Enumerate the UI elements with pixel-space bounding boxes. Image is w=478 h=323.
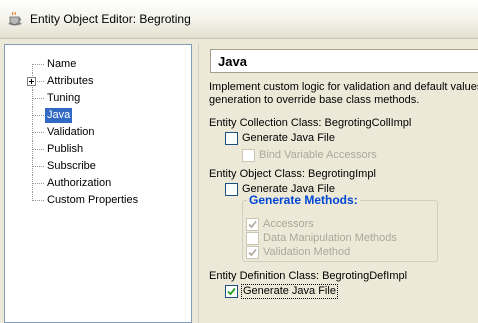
- collection-class-label: Entity Collection Class: BegrotingCollIm…: [209, 117, 412, 129]
- tree-item-label: Custom Properties: [47, 194, 139, 206]
- coffee-cup-icon: [8, 11, 22, 26]
- tree-item-authorization[interactable]: Authorization: [5, 175, 191, 192]
- checkbox-label: Accessors: [263, 218, 314, 230]
- checkbox-label: Data Manipulation Methods: [263, 232, 397, 244]
- checkbox-box: [242, 149, 255, 162]
- window-title: Entity Object Editor: Begroting: [30, 12, 191, 26]
- java-settings-panel: Java Implement custom logic for validati…: [202, 39, 478, 323]
- tree-item-label: Java: [45, 108, 73, 123]
- tree-item-label: Subscribe: [47, 160, 96, 172]
- panel-description: Implement custom logic for validation an…: [209, 81, 478, 107]
- tree-item-custom-properties[interactable]: Custom Properties: [5, 192, 191, 209]
- splitter-divider: [198, 44, 199, 323]
- tree-item-label: Publish: [47, 143, 84, 155]
- checkbox-box: [246, 218, 259, 231]
- tree-item-name[interactable]: Name: [5, 56, 191, 73]
- tree-item-subscribe[interactable]: Subscribe: [5, 158, 191, 175]
- navigation-tree[interactable]: Name Attributes Tuning Java Validation P…: [4, 44, 192, 323]
- tree-item-java[interactable]: Java: [5, 107, 191, 124]
- tree-item-label: Validation: [47, 126, 95, 138]
- description-line-1: Implement custom logic for validation an…: [209, 81, 478, 93]
- tree-item-publish[interactable]: Publish: [5, 141, 191, 158]
- checkbox-label: Generate Java File: [242, 132, 335, 144]
- title-bar[interactable]: Entity Object Editor: Begroting: [0, 0, 478, 39]
- checkbox-box[interactable]: [225, 183, 238, 196]
- description-line-2: generation to override base class method…: [209, 94, 420, 106]
- checkmark-icon: [227, 287, 236, 296]
- checkbox-box: [246, 232, 259, 245]
- checkmark-icon: [248, 248, 257, 257]
- tree-item-label: Authorization: [47, 177, 112, 189]
- tree-item-attributes[interactable]: Attributes: [5, 73, 191, 90]
- generate-methods-title: Generate Methods:: [247, 193, 360, 207]
- object-class-label: Entity Object Class: BegrotingImpl: [209, 168, 376, 180]
- tree-item-label: Name: [47, 58, 77, 70]
- expand-plus-icon[interactable]: [27, 77, 36, 86]
- tree-item-label: Tuning: [47, 92, 81, 104]
- definition-class-label: Entity Definition Class: BegrotingDefImp…: [209, 270, 408, 282]
- checkbox-label: Generate Java File: [241, 284, 338, 299]
- tree-item-label: Attributes: [47, 75, 94, 87]
- panel-title: Java: [218, 54, 247, 69]
- navigation-panel: Name Attributes Tuning Java Validation P…: [0, 39, 194, 323]
- tree-item-validation[interactable]: Validation: [5, 124, 191, 141]
- checkmark-icon: [248, 220, 257, 229]
- checkbox-box[interactable]: [225, 132, 238, 145]
- panel-header: Java: [210, 49, 478, 73]
- checkbox-box: [246, 246, 259, 259]
- checkbox-label: Validation Method: [263, 246, 351, 258]
- tree-item-tuning[interactable]: Tuning: [5, 90, 191, 107]
- checkbox-box[interactable]: [225, 285, 238, 298]
- checkbox-label: Bind Variable Accessors: [259, 149, 377, 161]
